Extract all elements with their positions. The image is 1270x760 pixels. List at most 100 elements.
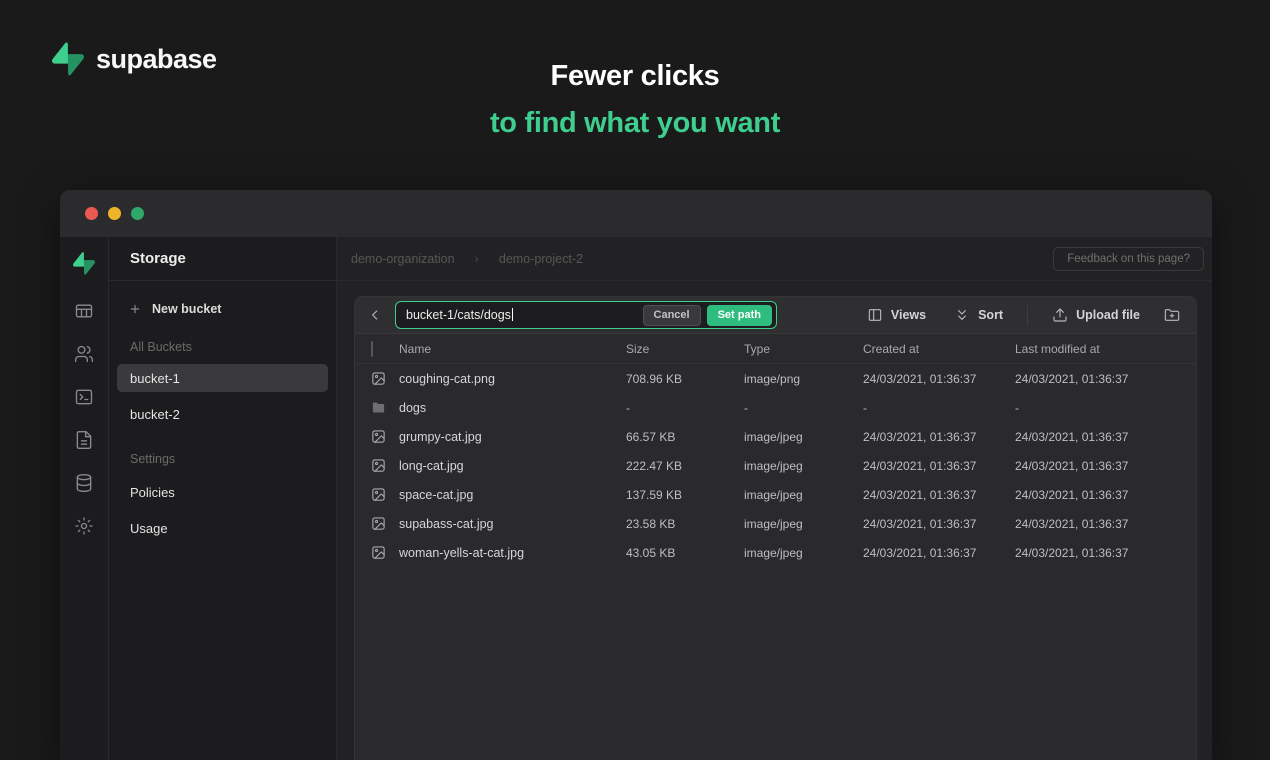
cell-dim: - [1015, 401, 1196, 415]
rail-item-table-editor[interactable] [74, 300, 95, 321]
cell-dim: - [626, 401, 744, 415]
new-folder-icon [1164, 307, 1180, 323]
new-bucket-button[interactable]: New bucket [109, 297, 336, 321]
rail-item-settings[interactable] [74, 515, 95, 536]
cell-dim: 66.57 KB [626, 430, 744, 444]
column-header-size[interactable]: Size [626, 342, 744, 356]
breadcrumb-project[interactable]: demo-project-2 [499, 252, 583, 266]
breadcrumb-organization[interactable]: demo-organization [351, 252, 455, 266]
new-folder-button[interactable] [1160, 303, 1184, 327]
upload-file-label: Upload file [1076, 308, 1140, 322]
cell-icon [371, 371, 399, 386]
image-file-icon [371, 371, 386, 386]
cell-dim: image/jpeg [744, 488, 863, 502]
breadcrumb-chevron-icon: › [475, 251, 479, 266]
cell-dim: 43.05 KB [626, 546, 744, 560]
cell-dim: 222.47 KB [626, 459, 744, 473]
docs-file-icon [74, 430, 94, 450]
back-button[interactable] [363, 303, 387, 327]
table-row[interactable]: space-cat.jpg137.59 KBimage/jpeg24/03/20… [355, 480, 1196, 509]
select-all-checkbox[interactable] [371, 341, 373, 357]
cell-dim: 24/03/2021, 01:36:37 [863, 372, 1015, 386]
rail-item-docs[interactable] [74, 429, 95, 450]
column-header-modified[interactable]: Last modified at [1015, 342, 1196, 356]
cell-dim: 24/03/2021, 01:36:37 [1015, 546, 1196, 560]
cell-icon [371, 458, 399, 473]
cell-icon [371, 516, 399, 531]
cell-dim: image/jpeg [744, 546, 863, 560]
cell-dim: - [863, 401, 1015, 415]
cell-dim: image/jpeg [744, 430, 863, 444]
menu-label: Policies [130, 485, 175, 500]
maximize-window-button[interactable] [131, 207, 144, 220]
chevrons-sort-icon [954, 307, 970, 323]
image-file-icon [371, 545, 386, 560]
cell-name: woman-yells-at-cat.jpg [399, 546, 626, 560]
folder-icon [371, 400, 386, 415]
cell-dim: 24/03/2021, 01:36:37 [863, 430, 1015, 444]
close-window-button[interactable] [85, 207, 98, 220]
toolbar-divider [1027, 305, 1028, 325]
table-row[interactable]: coughing-cat.png708.96 KBimage/png24/03/… [355, 364, 1196, 393]
image-file-icon [371, 487, 386, 502]
section-header-settings: Settings [109, 450, 336, 468]
minimize-window-button[interactable] [108, 207, 121, 220]
feedback-button[interactable]: Feedback on this page? [1053, 247, 1204, 271]
column-header-type[interactable]: Type [744, 342, 863, 356]
cell-dim: 24/03/2021, 01:36:37 [1015, 430, 1196, 444]
columns-views-icon [867, 307, 883, 323]
cell-icon [371, 545, 399, 560]
new-bucket-label: New bucket [152, 302, 221, 316]
table-row[interactable]: supabass-cat.jpg23.58 KBimage/jpeg24/03/… [355, 509, 1196, 538]
sidebar-item-bucket-1[interactable]: bucket-1 [117, 364, 328, 392]
text-caret [512, 308, 514, 321]
cell-dim: 24/03/2021, 01:36:37 [1015, 372, 1196, 386]
table-row[interactable]: woman-yells-at-cat.jpg43.05 KBimage/jpeg… [355, 538, 1196, 567]
path-input[interactable]: bucket-1/cats/dogs Cancel Set path [395, 301, 777, 329]
cell-dim: 24/03/2021, 01:36:37 [863, 546, 1015, 560]
section-header-all-buckets: All Buckets [109, 338, 336, 356]
views-button[interactable]: Views [867, 307, 926, 323]
sidebar-item-bucket-2[interactable]: bucket-2 [117, 400, 328, 428]
rail-item-database[interactable] [74, 472, 95, 493]
cell-icon [371, 487, 399, 502]
sort-button[interactable]: Sort [954, 307, 1003, 323]
database-icon [74, 473, 94, 493]
cell-dim: 24/03/2021, 01:36:37 [1015, 517, 1196, 531]
set-path-button[interactable]: Set path [707, 305, 772, 326]
table-editor-icon [74, 301, 94, 321]
cell-dim: image/png [744, 372, 863, 386]
sidebar-item-policies[interactable]: Policies [117, 478, 328, 506]
sidebar-item-usage[interactable]: Usage [117, 514, 328, 542]
rail-item-sql[interactable] [74, 386, 95, 407]
window-titlebar [60, 190, 1212, 237]
bucket-label: bucket-2 [130, 407, 180, 422]
cell-name: long-cat.jpg [399, 459, 626, 473]
views-label: Views [891, 308, 926, 322]
rail-item-auth[interactable] [74, 343, 95, 364]
upload-file-button[interactable]: Upload file [1052, 307, 1140, 323]
cell-dim: 137.59 KB [626, 488, 744, 502]
column-header-created[interactable]: Created at [863, 342, 1015, 356]
settings-gear-icon [74, 516, 94, 536]
cell-name: supabass-cat.jpg [399, 517, 626, 531]
column-header-name[interactable]: Name [399, 342, 626, 356]
plus-icon [128, 302, 142, 316]
cancel-button[interactable]: Cancel [643, 305, 701, 326]
breadcrumb: demo-organization › demo-project-2 Feedb… [337, 237, 1212, 281]
file-toolbar: bucket-1/cats/dogs Cancel Set path Views… [355, 297, 1196, 334]
table-row[interactable]: grumpy-cat.jpg66.57 KBimage/jpeg24/03/20… [355, 422, 1196, 451]
auth-users-icon [74, 344, 94, 364]
cell-name: dogs [399, 401, 626, 415]
supabase-bolt-icon[interactable] [73, 252, 95, 275]
path-input-value: bucket-1/cats/dogs [406, 308, 643, 322]
cell-name: space-cat.jpg [399, 488, 626, 502]
file-browser-panel: bucket-1/cats/dogs Cancel Set path Views… [354, 296, 1197, 760]
cell-dim: 24/03/2021, 01:36:37 [863, 459, 1015, 473]
bucket-label: bucket-1 [130, 371, 180, 386]
table-row[interactable]: dogs---- [355, 393, 1196, 422]
cell-name: coughing-cat.png [399, 372, 626, 386]
menu-label: Usage [130, 521, 168, 536]
table-row[interactable]: long-cat.jpg222.47 KBimage/jpeg24/03/202… [355, 451, 1196, 480]
main-content: demo-organization › demo-project-2 Feedb… [337, 237, 1212, 760]
